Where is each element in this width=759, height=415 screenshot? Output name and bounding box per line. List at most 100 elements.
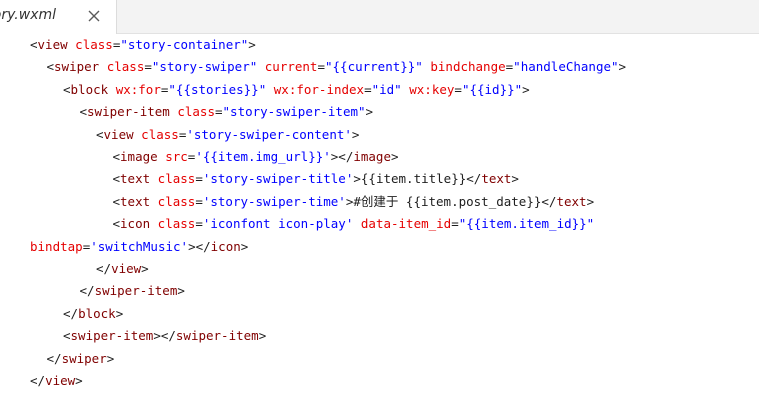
code-token: current <box>264 59 318 75</box>
code-token: text <box>556 193 587 209</box>
code-token: ></ <box>188 238 211 254</box>
code-token: text <box>120 193 151 209</box>
code-token: </ <box>79 283 95 299</box>
code-token: "story-container" <box>120 37 249 52</box>
code-token: class <box>141 126 179 142</box>
code-token: wx:key <box>409 81 455 97</box>
code-token: class <box>177 104 215 120</box>
code-token: src <box>165 149 188 164</box>
code-token: </ <box>466 171 482 187</box>
code-token: block <box>78 305 116 321</box>
code-token: icon <box>120 216 151 232</box>
code-token: < <box>112 149 121 164</box>
code-token: swiper-item <box>70 328 154 344</box>
code-token: 'story-swiper-time' <box>202 193 346 209</box>
code-token: bindchange <box>430 59 506 75</box>
code-line: <text class='story-swiper-title'>{{item.… <box>113 168 519 190</box>
code-line: </swiper-item> <box>80 280 185 302</box>
code-token: class <box>106 59 145 75</box>
code-token: > <box>75 373 83 388</box>
code-token: wx:for-index <box>273 81 365 97</box>
code-token: > <box>106 350 115 366</box>
code-token: > <box>115 305 124 321</box>
code-token: class <box>157 193 196 209</box>
code-token: = <box>215 104 223 120</box>
code-token: < <box>30 37 38 52</box>
code-token: ></ <box>330 149 354 164</box>
code-line: <text class='story-swiper-time'>#创建于 {{i… <box>113 191 595 213</box>
code-token: < <box>63 81 71 97</box>
code-token: image <box>120 149 158 164</box>
code-token: 'story-swiper-title' <box>202 171 354 187</box>
code-token: </ <box>541 193 557 209</box>
code-token: '{{item.img_url}}' <box>195 149 331 164</box>
code-line: <block wx:for = "{{stories}}" wx:for-index… <box>63 79 530 101</box>
code-token: wx:for <box>115 81 161 97</box>
code-token: view <box>45 373 76 388</box>
code-token: < <box>96 126 104 142</box>
file-tab[interactable]: story.wxml <box>0 0 117 34</box>
code-token: "id" <box>371 81 402 97</box>
editor-tab-bar: story.wxml <box>0 0 759 34</box>
code-token: swiper <box>61 350 107 366</box>
code-line: <swiper class="story-swiper" current="{{… <box>47 56 627 78</box>
code-token: swiper <box>54 59 100 75</box>
code-line: </block> <box>63 303 123 325</box>
close-icon[interactable] <box>86 8 102 24</box>
code-token: "story-swiper-item" <box>222 104 366 120</box>
code-token: view <box>103 126 134 142</box>
code-token: text <box>481 171 512 187</box>
code-token: block <box>70 81 109 97</box>
code-token: < <box>112 171 121 187</box>
code-token: image <box>353 149 391 164</box>
code-line: </swiper> <box>47 348 115 370</box>
code-token: > <box>141 261 149 276</box>
code-line: <view class='story-swiper-content'> <box>96 124 359 146</box>
code-token: data-item_id <box>360 216 452 232</box>
code-token: </ <box>46 350 62 366</box>
code-token: "{{item.item_id}}" <box>458 216 595 232</box>
code-token: > <box>618 59 627 75</box>
code-line: <icon class='iconfont icon-play' data-it… <box>113 213 595 235</box>
code-token: > <box>353 171 361 187</box>
code-token: < <box>46 59 55 75</box>
code-editor[interactable]: <view class="story-container"> <swiper cl… <box>0 34 759 415</box>
code-token: icon <box>210 238 241 254</box>
code-token: view <box>37 37 68 52</box>
code-token: class <box>75 37 113 52</box>
code-token: = <box>195 171 203 187</box>
code-token: > <box>248 37 256 52</box>
code-token: </ <box>63 305 79 321</box>
code-token: ></ <box>153 328 176 344</box>
code-token: = <box>195 193 203 209</box>
code-token: < <box>112 193 121 209</box>
code-token: = <box>195 216 203 232</box>
code-line: </view> <box>30 370 83 392</box>
code-token: bindtap <box>30 238 83 254</box>
code-token: </ <box>96 261 112 276</box>
code-token: > <box>351 126 360 142</box>
code-token: text <box>120 171 151 187</box>
code-token: class <box>157 216 196 232</box>
code-line: <image src='{{item.img_url}}'></image> <box>113 146 399 168</box>
code-token: "{{current}}" <box>325 59 423 75</box>
code-token: swiper-item <box>87 104 170 120</box>
code-line: </view> <box>96 258 149 280</box>
code-token: > <box>511 171 519 187</box>
code-token: < <box>112 216 121 232</box>
code-token: > <box>177 283 185 299</box>
code-token: 'iconfont icon-play' <box>202 216 354 232</box>
code-line: <swiper-item class="story-swiper-item"> <box>80 101 374 123</box>
code-token: </ <box>30 373 46 388</box>
code-token: = <box>451 216 459 232</box>
code-token: > <box>391 149 399 164</box>
code-token: #创建于 {{item.post_date}} <box>353 193 542 209</box>
